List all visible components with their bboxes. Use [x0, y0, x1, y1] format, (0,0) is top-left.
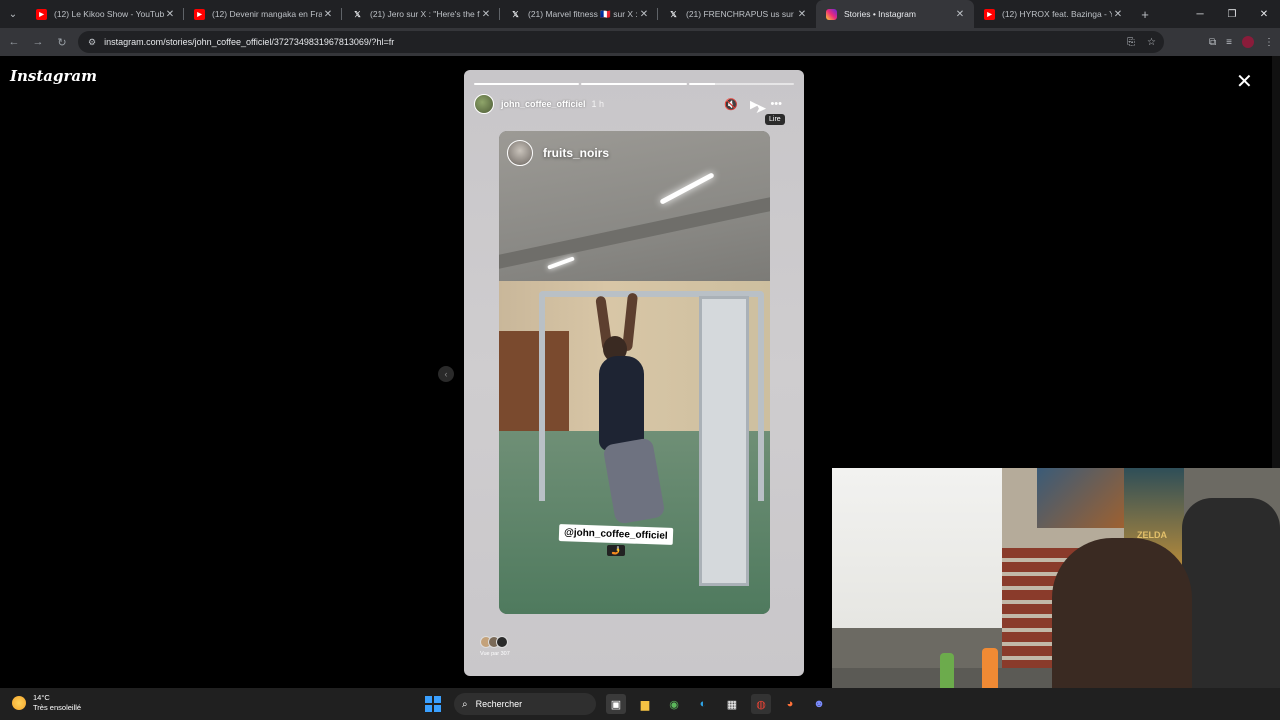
install-app-icon[interactable]: ⎘ [1127, 37, 1135, 48]
weather-temp: 14°C [33, 693, 50, 702]
tab-close-icon[interactable]: ✕ [1112, 9, 1124, 20]
taskbar-search[interactable]: ⌕ Rechercher [454, 693, 596, 715]
site-info-icon[interactable]: ⚙ [88, 37, 96, 48]
tab-title: Stories • Instagram [844, 9, 916, 19]
sun-icon [12, 696, 26, 710]
story-time: 1 h [591, 99, 605, 109]
windows-taskbar: 14°C Très ensoleillé ⌕ Rechercher ▣ ▆ ◉ … [0, 688, 1280, 720]
forward-icon[interactable]: → [26, 30, 50, 54]
tab-title: (21) Marvel fitness 🇫🇷 sur X : " [528, 8, 638, 19]
weather-desc: Très ensoleillé [33, 703, 82, 712]
youtube-icon: ▶ [36, 8, 47, 20]
xbox-icon[interactable]: ◉ [664, 694, 684, 714]
progress-segment [688, 83, 794, 85]
instagram-logo[interactable]: Instagram [10, 67, 97, 85]
task-view-icon[interactable]: ▣ [606, 694, 626, 714]
story-viewers[interactable]: Vue par 307 [480, 636, 510, 657]
tab-title: (12) Le Kikoo Show - YouTube [54, 9, 164, 19]
viewers-count: Vue par 307 [480, 651, 510, 657]
tab-title: (21) Jero sur X : "Here's the full [370, 9, 480, 19]
play-tooltip: Lire [765, 114, 785, 125]
tab-close-icon[interactable]: ✕ [164, 9, 176, 20]
chrome-icon[interactable]: ◍ [751, 694, 771, 714]
story-user-avatar[interactable] [474, 94, 494, 114]
close-story-icon[interactable]: ✕ [1236, 72, 1253, 92]
tab-1[interactable]: ▶ (12) Devenir mangaka en Franc ✕ [184, 0, 342, 28]
extensions-icon[interactable]: ⧉ [1209, 37, 1216, 48]
viewer-avatar [496, 636, 508, 648]
youtube-icon: ▶ [194, 8, 205, 20]
tab-search-menu-icon[interactable]: ⌄ [0, 0, 26, 28]
tab-0[interactable]: ▶ (12) Le Kikoo Show - YouTube ✕ [26, 0, 184, 28]
progress-segment [581, 83, 687, 85]
x-icon: 𝕏 [354, 9, 361, 19]
tab-strip: ⌄ ▶ (12) Le Kikoo Show - YouTube ✕ ▶ (12… [0, 0, 1280, 28]
tab-6[interactable]: ▶ (12) HYROX feat. Bazinga - You ✕ [974, 0, 1132, 28]
x-icon: 𝕏 [670, 9, 677, 19]
story-media-image: fruits_noirs @john_coffee_officiel 🤳 [499, 131, 770, 614]
tab-title: (12) HYROX feat. Bazinga - You [1002, 9, 1112, 19]
youtube-icon: ▶ [984, 8, 995, 20]
tab-close-icon[interactable]: ✕ [796, 9, 808, 20]
window-controls: ─ ❐ ✕ [1184, 0, 1280, 28]
url-text: instagram.com/stories/john_coffee_offici… [104, 37, 395, 47]
firefox-icon[interactable]: ◕ [780, 694, 800, 714]
browser-toolbar: ← → ↻ ⚙ instagram.com/stories/john_coffe… [0, 28, 1280, 56]
tab-title: (12) Devenir mangaka en Franc [212, 9, 322, 19]
tab-close-icon[interactable]: ✕ [322, 9, 334, 20]
close-window-icon[interactable]: ✕ [1248, 0, 1280, 28]
story-header: john_coffee_officiel 1 h 🔇 ▶ ••• [474, 94, 794, 114]
shared-post-avatar [507, 140, 533, 166]
mention-sticker-sub: 🤳 [607, 545, 625, 556]
windows-start-icon[interactable] [425, 696, 441, 712]
tab-title: (21) FRENCHRAPUS us sur X : " [686, 9, 796, 19]
new-tab-button[interactable]: + [1132, 0, 1158, 28]
story-card[interactable]: john_coffee_officiel 1 h 🔇 ▶ ••• ➤ Lire [464, 70, 804, 676]
discord-icon[interactable]: ☻ [809, 694, 829, 714]
edge-icon[interactable]: ◐ [693, 694, 713, 714]
progress-segment [474, 83, 580, 85]
tab-4[interactable]: 𝕏 (21) FRENCHRAPUS us sur X : " ✕ [658, 0, 816, 28]
story-progress-bar [474, 83, 794, 85]
profile-avatar[interactable] [1242, 36, 1254, 48]
search-placeholder: Rechercher [475, 699, 523, 709]
tab-close-icon[interactable]: ✕ [954, 9, 966, 20]
media-controls-icon[interactable]: ≡ [1226, 37, 1232, 48]
back-icon[interactable]: ← [2, 30, 26, 54]
story-username[interactable]: john_coffee_officiel [501, 99, 586, 109]
weather-widget[interactable]: 14°C Très ensoleillé [12, 693, 81, 713]
more-options-icon[interactable]: ••• [770, 98, 782, 110]
tab-close-icon[interactable]: ✕ [638, 9, 650, 20]
file-explorer-icon[interactable]: ▆ [635, 694, 655, 714]
tab-3[interactable]: 𝕏 (21) Marvel fitness 🇫🇷 sur X : " ✕ [500, 0, 658, 28]
minimize-icon[interactable]: ─ [1184, 0, 1216, 28]
previous-story-icon[interactable]: ‹ [438, 366, 454, 382]
mute-icon[interactable]: 🔇 [724, 98, 738, 111]
instagram-icon [826, 8, 837, 20]
reload-icon[interactable]: ↻ [50, 30, 74, 54]
shared-post-header[interactable]: fruits_noirs [507, 139, 609, 167]
address-bar[interactable]: ⚙ instagram.com/stories/john_coffee_offi… [78, 31, 1164, 53]
restore-icon[interactable]: ❐ [1216, 0, 1248, 28]
chrome-menu-icon[interactable]: ⋮ [1264, 37, 1274, 48]
search-icon: ⌕ [462, 698, 468, 710]
tab-2[interactable]: 𝕏 (21) Jero sur X : "Here's the full ✕ [342, 0, 500, 28]
tab-5-active[interactable]: Stories • Instagram ✕ [816, 0, 974, 28]
shared-post-author: fruits_noirs [543, 146, 610, 160]
x-icon: 𝕏 [512, 9, 519, 19]
bookmark-star-icon[interactable]: ☆ [1147, 37, 1156, 48]
tab-close-icon[interactable]: ✕ [480, 9, 492, 20]
store-icon[interactable]: ▦ [722, 694, 742, 714]
webcam-overlay: ZELDA [832, 468, 1280, 720]
